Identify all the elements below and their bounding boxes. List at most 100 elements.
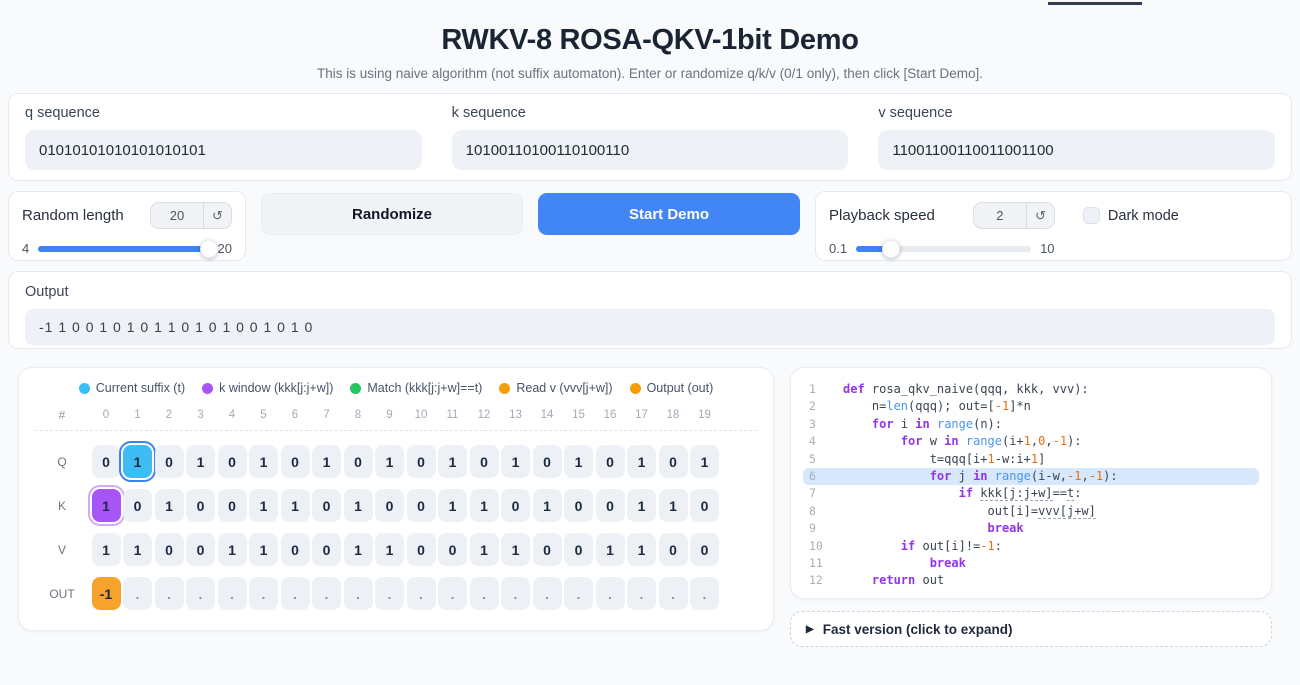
legend-dot-icon [78,382,90,394]
start-demo-button[interactable]: Start Demo [538,193,800,235]
code-line-number: 2 [809,399,816,414]
grid-cell-v-2: 0 [154,533,184,566]
code-token: -1 [1052,434,1068,449]
grid-cell-q-9: 1 [375,445,404,478]
grid-cell-k-12: 1 [469,489,499,522]
dark-mode-checkbox[interactable] [1082,207,1100,224]
random-length-slider[interactable] [38,239,218,258]
grid-cell-v-11: 0 [438,533,467,566]
code-line-number: 12 [809,573,823,588]
code-line-source: return out [843,572,944,589]
code-token: ): [1067,434,1082,449]
grid-cell-v-17: 1 [627,533,656,566]
legend-item: Read v (vvv[j+w]) [499,381,613,395]
grid-column-header: 6 [291,409,299,421]
v-sequence-label: v sequence [878,105,953,121]
random-length-slider-thumb[interactable] [199,239,218,258]
playback-speed-card: Playback speed 2 ↺ Dark mode 0.1 10 [815,191,1292,261]
page-subtitle: This is using naive algorithm (not suffi… [316,66,984,81]
random-length-stepper[interactable]: 20 ↺ [150,202,232,229]
code-line-number: 3 [809,416,816,431]
grid-cell-v-18: 0 [658,533,688,566]
grid-cell-q-19: 1 [690,445,719,478]
top-right-bar [1048,2,1142,5]
code-token: 1 [1023,434,1031,449]
q-sequence-input[interactable] [25,130,422,170]
grid-cell-q-11: 1 [438,445,467,478]
k-sequence-label: k sequence [451,105,526,121]
code-token: for [929,469,952,484]
dark-mode-label: Dark mode [1107,207,1179,224]
code-line-5: 5 t=qqq[i+1-w:i+1] [803,451,1259,468]
code-token: if [900,538,916,553]
code-line-source: break [843,520,1024,537]
grid-header-divider [35,430,757,431]
playback-speed-value[interactable]: 2 [974,203,1026,228]
code-token: , [1081,469,1089,484]
sequence-inputs-card: q sequence k sequence v sequence [8,93,1292,181]
grid-cell-out-0: -1 [91,577,121,610]
grid-column-header: 16 [603,409,617,421]
k-sequence-input[interactable] [451,130,849,170]
fast-version-expander[interactable]: ▶ Fast version (click to expand) [790,611,1272,647]
code-line-10: 10 if out[i]!=-1: [803,538,1259,555]
grid-cell-out-14: . [532,577,562,610]
grid-row-k: K10100110100110100110 [35,489,757,522]
grid-cell-v-8: 1 [343,533,373,566]
grid-cell-q-17: 1 [627,445,656,478]
grid-column-header: 10 [414,409,428,421]
grid-cell-k-7: 0 [312,489,341,522]
code-token: -w:i+ [994,451,1031,466]
code-line-1: 1 def rosa_qkv_naive(qqq, kkk, vvv): [803,381,1259,398]
code-token: w [922,434,945,449]
grid-cell-v-16: 1 [595,533,625,566]
code-line-2: 2 n=len(qqq); out=[-1]*n [803,398,1259,415]
code-line-7: 7 if kkk[j:j+w]==t: [803,485,1259,502]
row-label-out: OUT [49,586,75,601]
code-token: out[i]= [843,503,1039,518]
page-title: RWKV-8 ROSA-QKV-1bit Demo [441,24,859,56]
random-length-min: 4 [22,241,30,256]
code-token: , [1045,434,1053,449]
grid-row-v: V11001100110011001100 [35,533,757,566]
grid-cell-out-13: . [501,577,530,610]
row-label-k: K [57,498,66,513]
code-token: vvv[j+w] [1038,503,1096,519]
legend-label: Output (out) [646,381,714,395]
random-length-value[interactable]: 20 [151,203,203,228]
grid-column-header: 2 [165,409,173,421]
grid-cell-q-8: 0 [343,445,373,478]
code-line-source: break [843,555,966,572]
grid-column-header: 17 [635,409,648,421]
playback-speed-slider-thumb[interactable] [882,239,901,258]
grid-cell-q-3: 1 [186,445,215,478]
v-sequence-input[interactable] [878,130,1276,170]
grid-cell-v-9: 1 [375,533,404,566]
controls-row: Random length 20 ↺ 4 20 Randomize Start … [8,191,1292,261]
grid-column-header: 11 [446,409,459,421]
code-line-source: t=qqq[i+1-w:i+1] [843,451,1046,468]
playback-speed-slider[interactable] [856,239,1032,258]
playback-speed-min: 0.1 [829,241,848,256]
visualization-panel: Current suffix (t) k window (kkk[j:j+w]) M… [18,367,774,631]
random-length-slider-fill [38,245,209,252]
code-line-number: 8 [809,503,816,518]
output-field[interactable] [25,309,1275,345]
code-token: for [900,434,923,449]
grid-cell-q-13: 1 [501,445,530,478]
dark-mode-group[interactable]: Dark mode [1082,207,1179,224]
code-token: i [893,416,916,431]
playback-speed-reset-icon[interactable]: ↺ [1025,203,1054,228]
randomize-button[interactable]: Randomize [261,193,523,235]
legend-item: Match (kkk[j:j+w]==t) [350,381,482,395]
grid-cell-out-2: . [154,577,184,610]
playback-speed-stepper[interactable]: 2 ↺ [972,202,1055,229]
code-line-12: 12 return out [803,572,1259,589]
random-length-reset-icon[interactable]: ↺ [203,203,231,228]
code-line-9: 9 break [803,520,1259,537]
grid-cell-out-5: . [249,577,278,610]
